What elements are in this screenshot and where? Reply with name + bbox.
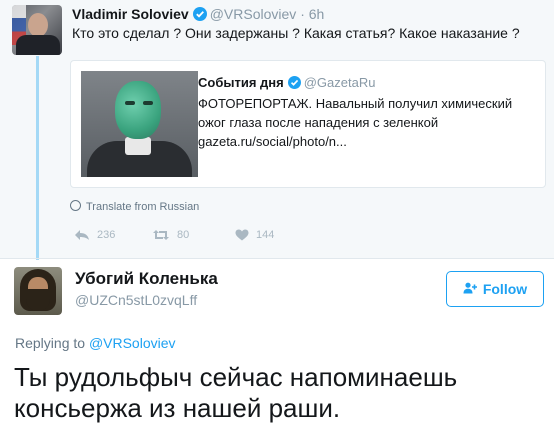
tweet-time[interactable]: 6h [309, 6, 325, 22]
retweet-button[interactable]: 80 [152, 229, 189, 241]
replying-to-link[interactable]: @VRSoloviev [89, 335, 176, 351]
avatar[interactable] [14, 267, 62, 315]
follow-label: Follow [482, 281, 528, 297]
quoted-author-name[interactable]: События дня [198, 75, 284, 90]
author-name[interactable]: Vladimir Soloviev [72, 6, 189, 22]
verified-icon [287, 76, 301, 92]
quoted-photo[interactable] [81, 71, 198, 177]
parent-tweet[interactable]: Vladimir Soloviev @VRSoloviev · 6h Кто эт… [0, 0, 554, 260]
author-handle[interactable]: @VRSoloviev [210, 6, 297, 22]
retweet-icon [152, 229, 170, 241]
thread-line [36, 56, 39, 260]
verified-icon [192, 7, 207, 24]
translate-label: Translate from Russian [86, 201, 200, 213]
quoted-author-handle[interactable]: @GazetaRu [304, 75, 376, 90]
tweet-text: Ты рудольфыч сейчас напоминаешь консьерж… [14, 362, 458, 423]
reply-icon [74, 229, 90, 241]
quoted-text: ФОТОРЕПОРТАЖ. Навальный получил химическ… [198, 96, 513, 149]
separator: · [300, 6, 305, 22]
author-handle[interactable]: @UZCn5stL0zvqLff [75, 292, 197, 308]
heart-icon [235, 229, 249, 241]
author-name[interactable]: Убогий Коленька [75, 269, 218, 289]
like-count: 144 [256, 229, 275, 241]
like-button[interactable]: 144 [235, 229, 274, 241]
retweet-count: 80 [177, 229, 190, 241]
follow-button[interactable]: Follow [446, 271, 544, 307]
globe-icon [70, 200, 81, 211]
avatar[interactable] [12, 5, 62, 55]
replying-to: Replying to @VRSoloviev [15, 335, 176, 351]
reply-count: 236 [97, 229, 116, 241]
add-user-icon [463, 281, 477, 297]
tweet-header: Vladimir Soloviev @VRSoloviev · 6h [72, 6, 324, 24]
divider [0, 258, 554, 259]
reply-button[interactable]: 236 [74, 229, 115, 241]
translate-link[interactable]: Translate from Russian [70, 200, 199, 213]
replying-prefix: Replying to [15, 335, 86, 351]
quoted-header: События дня @GazetaRu [198, 75, 375, 92]
tweet-text: Кто это сделал ? Они задержаны ? Какая с… [72, 25, 520, 41]
